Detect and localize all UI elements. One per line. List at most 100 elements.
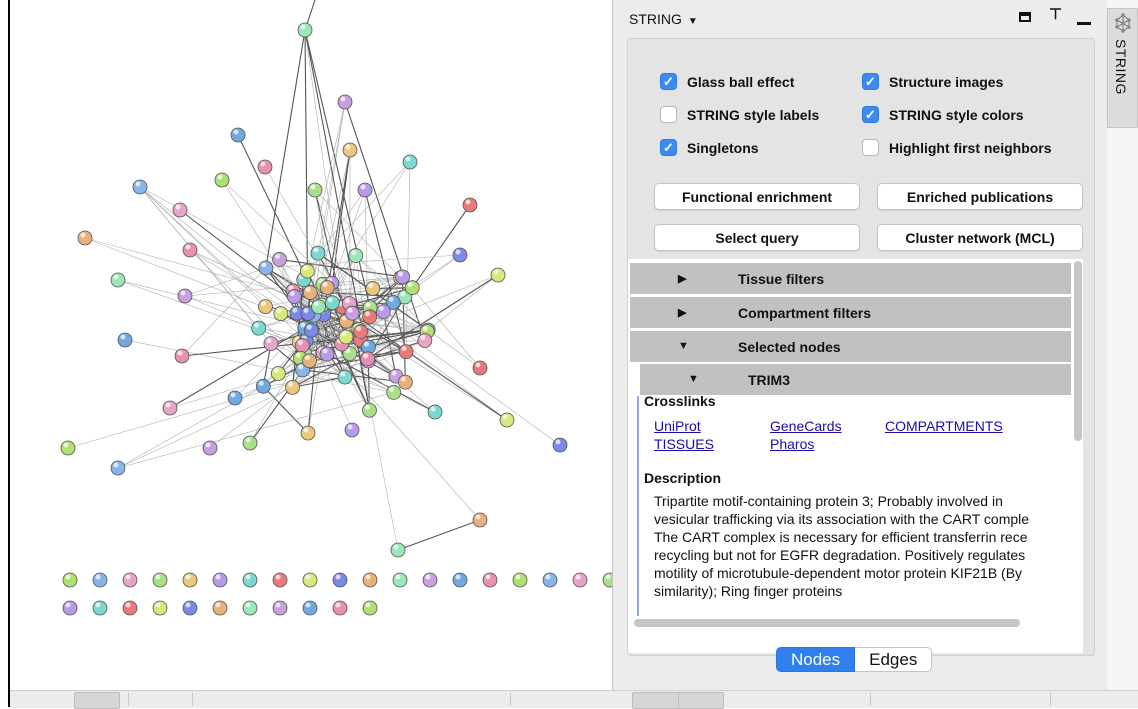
network-node[interactable] xyxy=(295,339,309,353)
network-edge[interactable] xyxy=(266,30,305,268)
network-node[interactable] xyxy=(349,249,363,263)
network-node[interactable] xyxy=(63,573,77,587)
string-colors-checkbox[interactable]: ✓ STRING style colors xyxy=(862,106,1024,123)
network-edge[interactable] xyxy=(315,190,401,278)
network-node[interactable] xyxy=(491,268,505,282)
network-edge[interactable] xyxy=(428,275,498,330)
network-node[interactable] xyxy=(320,347,334,361)
network-node[interactable] xyxy=(311,246,325,260)
network-node[interactable] xyxy=(163,401,177,415)
network-node[interactable] xyxy=(183,243,197,257)
network-node[interactable] xyxy=(183,573,197,587)
network-node[interactable] xyxy=(358,183,372,197)
network-node[interactable] xyxy=(405,281,419,295)
network-edge[interactable] xyxy=(140,187,265,307)
network-node[interactable] xyxy=(153,573,167,587)
network-node[interactable] xyxy=(252,321,266,335)
network-node[interactable] xyxy=(111,273,125,287)
network-node[interactable] xyxy=(123,573,137,587)
network-node[interactable] xyxy=(345,423,359,437)
uniprot-link[interactable]: UniProt xyxy=(654,418,701,434)
network-node[interactable] xyxy=(111,461,125,475)
network-node[interactable] xyxy=(391,543,405,557)
network-node[interactable] xyxy=(228,391,242,405)
network-node[interactable] xyxy=(287,290,301,304)
highlight-neighbors-checkbox[interactable]: Highlight first neighbors xyxy=(862,139,1052,156)
pharos-link[interactable]: Pharos xyxy=(770,436,814,452)
network-node[interactable] xyxy=(343,143,357,157)
network-node[interactable] xyxy=(387,385,401,399)
vertical-scrollbar[interactable] xyxy=(1074,261,1082,441)
network-node[interactable] xyxy=(363,573,377,587)
network-node[interactable] xyxy=(153,601,167,615)
network-node[interactable] xyxy=(133,180,147,194)
network-node[interactable] xyxy=(213,601,227,615)
network-node[interactable] xyxy=(463,198,477,212)
functional-enrichment-button[interactable]: Functional enrichment xyxy=(654,183,860,210)
network-node[interactable] xyxy=(311,300,325,314)
network-node[interactable] xyxy=(183,601,197,615)
glass-ball-checkbox[interactable]: ✓ Glass ball effect xyxy=(660,73,794,90)
network-node[interactable] xyxy=(354,325,368,339)
pin-icon[interactable]: ⊤ xyxy=(1049,8,1062,22)
network-node[interactable] xyxy=(259,261,273,275)
network-node[interactable] xyxy=(403,155,417,169)
structure-images-checkbox[interactable]: ✓ Structure images xyxy=(862,73,1003,90)
network-node[interactable] xyxy=(333,601,347,615)
network-node[interactable] xyxy=(308,183,322,197)
network-node[interactable] xyxy=(243,573,257,587)
network-node[interactable] xyxy=(453,248,467,262)
network-node[interactable] xyxy=(303,601,317,615)
selected-nodes-header[interactable]: ▼ Selected nodes xyxy=(630,331,1071,362)
maximize-icon[interactable] xyxy=(1019,12,1031,22)
filters-scroll-area[interactable]: ▶ Tissue filters ▶ Compartment filters ▼… xyxy=(628,259,1083,653)
network-graph[interactable] xyxy=(10,0,612,690)
network-node[interactable] xyxy=(338,370,352,384)
horizontal-scrollbar[interactable] xyxy=(634,619,1020,627)
network-node[interactable] xyxy=(399,345,413,359)
network-node[interactable] xyxy=(274,307,288,321)
genecards-link[interactable]: GeneCards xyxy=(770,418,842,434)
network-node[interactable] xyxy=(264,337,278,351)
network-node[interactable] xyxy=(345,306,359,320)
network-node[interactable] xyxy=(418,333,432,347)
network-node[interactable] xyxy=(173,203,187,217)
network-node[interactable] xyxy=(304,323,318,337)
node-trim3-header[interactable]: ▼ TRIM3 xyxy=(640,364,1071,395)
network-node[interactable] xyxy=(473,513,487,527)
compartments-link[interactable]: COMPARTMENTS xyxy=(885,418,1003,434)
status-bar-tab[interactable] xyxy=(632,692,680,709)
cluster-network-button[interactable]: Cluster network (MCL) xyxy=(877,224,1083,251)
network-node[interactable] xyxy=(61,441,75,455)
network-node[interactable] xyxy=(63,601,77,615)
network-canvas[interactable] xyxy=(10,0,612,690)
tissue-filters-header[interactable]: ▶ Tissue filters xyxy=(630,263,1071,294)
network-node[interactable] xyxy=(333,573,347,587)
network-node[interactable] xyxy=(428,405,442,419)
network-node[interactable] xyxy=(203,441,217,455)
network-node[interactable] xyxy=(483,573,497,587)
network-node[interactable] xyxy=(543,573,557,587)
network-node[interactable] xyxy=(178,289,192,303)
minimize-icon[interactable] xyxy=(1077,22,1091,25)
network-edge[interactable] xyxy=(428,330,480,368)
network-node[interactable] xyxy=(243,436,257,450)
network-node[interactable] xyxy=(361,352,375,366)
string-labels-checkbox[interactable]: STRING style labels xyxy=(660,106,819,123)
network-edge[interactable] xyxy=(140,187,345,377)
select-query-button[interactable]: Select query xyxy=(654,224,860,251)
panel-title-menu[interactable]: STRING▼ xyxy=(629,11,698,27)
network-node[interactable] xyxy=(320,280,334,294)
network-node[interactable] xyxy=(272,252,286,266)
network-node[interactable] xyxy=(271,367,285,381)
nodes-tab[interactable]: Nodes xyxy=(776,647,855,672)
network-node[interactable] xyxy=(231,128,245,142)
network-node[interactable] xyxy=(325,296,339,310)
network-node[interactable] xyxy=(573,573,587,587)
edges-tab[interactable]: Edges xyxy=(855,647,932,672)
network-edge[interactable] xyxy=(398,520,480,550)
network-node[interactable] xyxy=(366,282,380,296)
status-bar-tab[interactable] xyxy=(74,692,120,709)
enriched-publications-button[interactable]: Enriched publications xyxy=(877,183,1083,210)
compartment-filters-header[interactable]: ▶ Compartment filters xyxy=(630,297,1071,328)
